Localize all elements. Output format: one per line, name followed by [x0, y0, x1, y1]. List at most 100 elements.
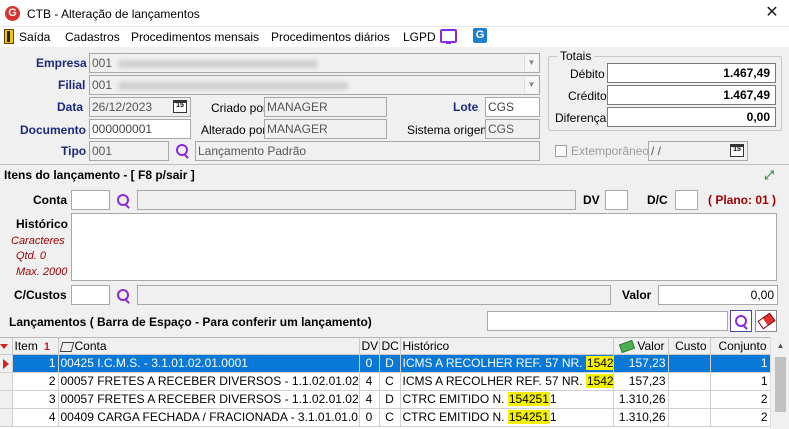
cell-conjunto[interactable]: 2 — [710, 390, 771, 409]
close-button[interactable]: ✕ — [761, 3, 783, 23]
data-label: Data — [57, 100, 84, 114]
col-custo[interactable]: Custo — [668, 338, 711, 355]
filial-label: Filial — [58, 78, 86, 92]
empresa-select[interactable]: 001 ▼ — [89, 53, 540, 73]
calendar-icon[interactable]: 15 — [730, 144, 744, 157]
empresa-code: 001 — [92, 56, 113, 70]
menu-cadastros[interactable]: Cadastros — [65, 30, 120, 44]
col-conta-label: Conta — [74, 338, 107, 353]
cell-historico[interactable]: CTRC EMITIDO N. 1542511 — [400, 390, 614, 409]
cell-dc[interactable]: D — [379, 354, 401, 373]
table-row[interactable]: 1 00425 I.C.M.S. - 3.1.01.02.01.0001 0 D ICM… — [0, 354, 771, 373]
cell-custo[interactable] — [668, 372, 711, 391]
search-icon[interactable] — [175, 143, 190, 158]
col-conta[interactable]: Conta — [58, 338, 360, 355]
cell-dc[interactable]: C — [379, 372, 401, 391]
cell-conjunto[interactable]: 2 — [710, 408, 771, 427]
cell-conjunto[interactable]: 1 — [710, 354, 771, 373]
cell-conta[interactable]: 00057 FRETES A RECEBER DIVERSOS - 1.1.02… — [58, 390, 360, 409]
table-row[interactable]: 3 00057 FRETES A RECEBER DIVERSOS - 1.1.0… — [0, 390, 771, 409]
chevron-down-icon[interactable]: ▼ — [524, 77, 538, 93]
lancamentos-table[interactable]: Item 1 Conta DV DC Histórico Valor Custo … — [0, 337, 771, 429]
ccustos-field[interactable] — [71, 285, 110, 305]
cell-conjunto[interactable]: 1 — [710, 372, 771, 391]
diferenca-label: Diferença — [555, 111, 607, 125]
menu-bar: Saída Cadastros Procedimentos mensais Pr… — [0, 27, 789, 47]
col-dc[interactable]: DC — [379, 338, 401, 355]
plano-label: ( Plano: 01 ) — [708, 193, 777, 207]
cell-conta[interactable]: 00425 I.C.M.S. - 3.1.01.02.01.0001 — [58, 354, 360, 373]
documento-field[interactable]: 000000001 — [89, 119, 191, 139]
table-row[interactable]: 4 00409 CARGA FECHADA / FRACIONADA - 3.1.… — [0, 408, 771, 427]
g-app-icon[interactable]: G — [473, 28, 487, 43]
lancamentos-search-input[interactable] — [487, 311, 728, 331]
cell-historico[interactable]: ICMS A RECOLHER REF. 57 NR. 154251... — [400, 354, 614, 373]
cell-item[interactable]: 1 — [12, 354, 59, 373]
cell-dv[interactable]: 4 — [359, 372, 380, 391]
extemporaneo-checkbox[interactable] — [555, 145, 567, 157]
clear-button[interactable] — [755, 310, 777, 332]
cell-valor[interactable]: 1.310,26 — [613, 408, 669, 427]
col-item[interactable]: Item 1 — [12, 338, 59, 355]
chevron-down-icon[interactable]: ▼ — [524, 55, 538, 71]
historico-textarea[interactable] — [71, 213, 777, 281]
col-historico[interactable]: Histórico — [400, 338, 614, 355]
cell-item[interactable]: 2 — [12, 372, 59, 391]
col-dv-label: DV — [361, 338, 379, 353]
dv-label: DV — [583, 193, 600, 207]
sort-index: 1 — [43, 340, 50, 353]
cell-historico[interactable]: ICMS A RECOLHER REF. 57 NR. 154251... — [400, 372, 614, 391]
lote-field[interactable]: CGS — [485, 97, 540, 117]
sistema-origem-field: CGS — [485, 119, 540, 139]
search-button[interactable] — [730, 310, 752, 332]
cell-custo[interactable] — [668, 390, 711, 409]
cell-valor[interactable]: 157,23 — [613, 372, 669, 391]
cell-valor[interactable]: 157,23 — [613, 354, 669, 373]
dc-field[interactable] — [675, 190, 698, 210]
col-conjunto[interactable]: Conjunto — [710, 338, 771, 355]
cell-item[interactable]: 3 — [12, 390, 59, 409]
menu-saida[interactable]: Saída — [19, 30, 50, 44]
scroll-thumb[interactable] — [775, 357, 786, 412]
expand-icon[interactable]: ⤢ — [761, 167, 777, 183]
conta-field[interactable] — [71, 190, 110, 210]
cell-custo[interactable] — [668, 354, 711, 373]
window-title: CTB - Alteração de lançamentos — [27, 7, 200, 21]
scroll-up-icon[interactable]: ▲ — [771, 337, 789, 354]
cell-conta[interactable]: 00409 CARGA FECHADA / FRACIONADA - 3.1.0… — [58, 408, 360, 427]
monitor-icon[interactable] — [440, 29, 457, 44]
cell-dc[interactable]: C — [379, 408, 401, 427]
tipo-code-field[interactable]: 001 — [89, 141, 169, 161]
search-icon — [734, 314, 749, 329]
cell-item[interactable]: 4 — [12, 408, 59, 427]
col-conjunto-label: Conjunto — [718, 338, 767, 353]
documento-label: Documento — [20, 123, 86, 137]
historico-text: ICMS A RECOLHER REF. 57 NR. — [402, 356, 586, 370]
cell-conta[interactable]: 00057 FRETES A RECEBER DIVERSOS - 1.1.02… — [58, 372, 360, 391]
menu-procedimentos-mensais[interactable]: Procedimentos mensais — [131, 30, 259, 44]
dv-field[interactable] — [605, 190, 628, 210]
valor-field[interactable]: 0,00 — [658, 285, 778, 305]
ccustos-desc-field — [137, 285, 611, 305]
cell-dv[interactable]: 0 — [359, 408, 380, 427]
search-icon[interactable] — [116, 288, 131, 303]
search-icon[interactable] — [116, 193, 131, 208]
filial-select[interactable]: 001 ▼ — [89, 75, 540, 95]
tipo-label: Tipo — [61, 144, 87, 158]
criado-por-value: MANAGER — [267, 100, 328, 114]
table-row[interactable]: 2 00057 FRETES A RECEBER DIVERSOS - 1.1.0… — [0, 372, 771, 391]
extemporaneo-date: / / — [651, 144, 662, 158]
menu-lgpd[interactable]: LGPD — [403, 30, 436, 44]
cell-historico[interactable]: CTRC EMITIDO N. 1542511 — [400, 408, 614, 427]
col-dv[interactable]: DV — [359, 338, 380, 355]
menu-procedimentos-diarios[interactable]: Procedimentos diários — [271, 30, 390, 44]
cell-dv[interactable]: 0 — [359, 354, 380, 373]
historico-tail: 1 — [549, 410, 557, 424]
vertical-scrollbar[interactable]: ▲ — [770, 337, 789, 429]
cell-dv[interactable]: 4 — [359, 390, 380, 409]
cell-custo[interactable] — [668, 408, 711, 427]
calendar-icon[interactable]: 15 — [173, 100, 187, 113]
col-valor[interactable]: Valor — [613, 338, 669, 355]
cell-dc[interactable]: D — [379, 390, 401, 409]
cell-valor[interactable]: 1.310,26 — [613, 390, 669, 409]
